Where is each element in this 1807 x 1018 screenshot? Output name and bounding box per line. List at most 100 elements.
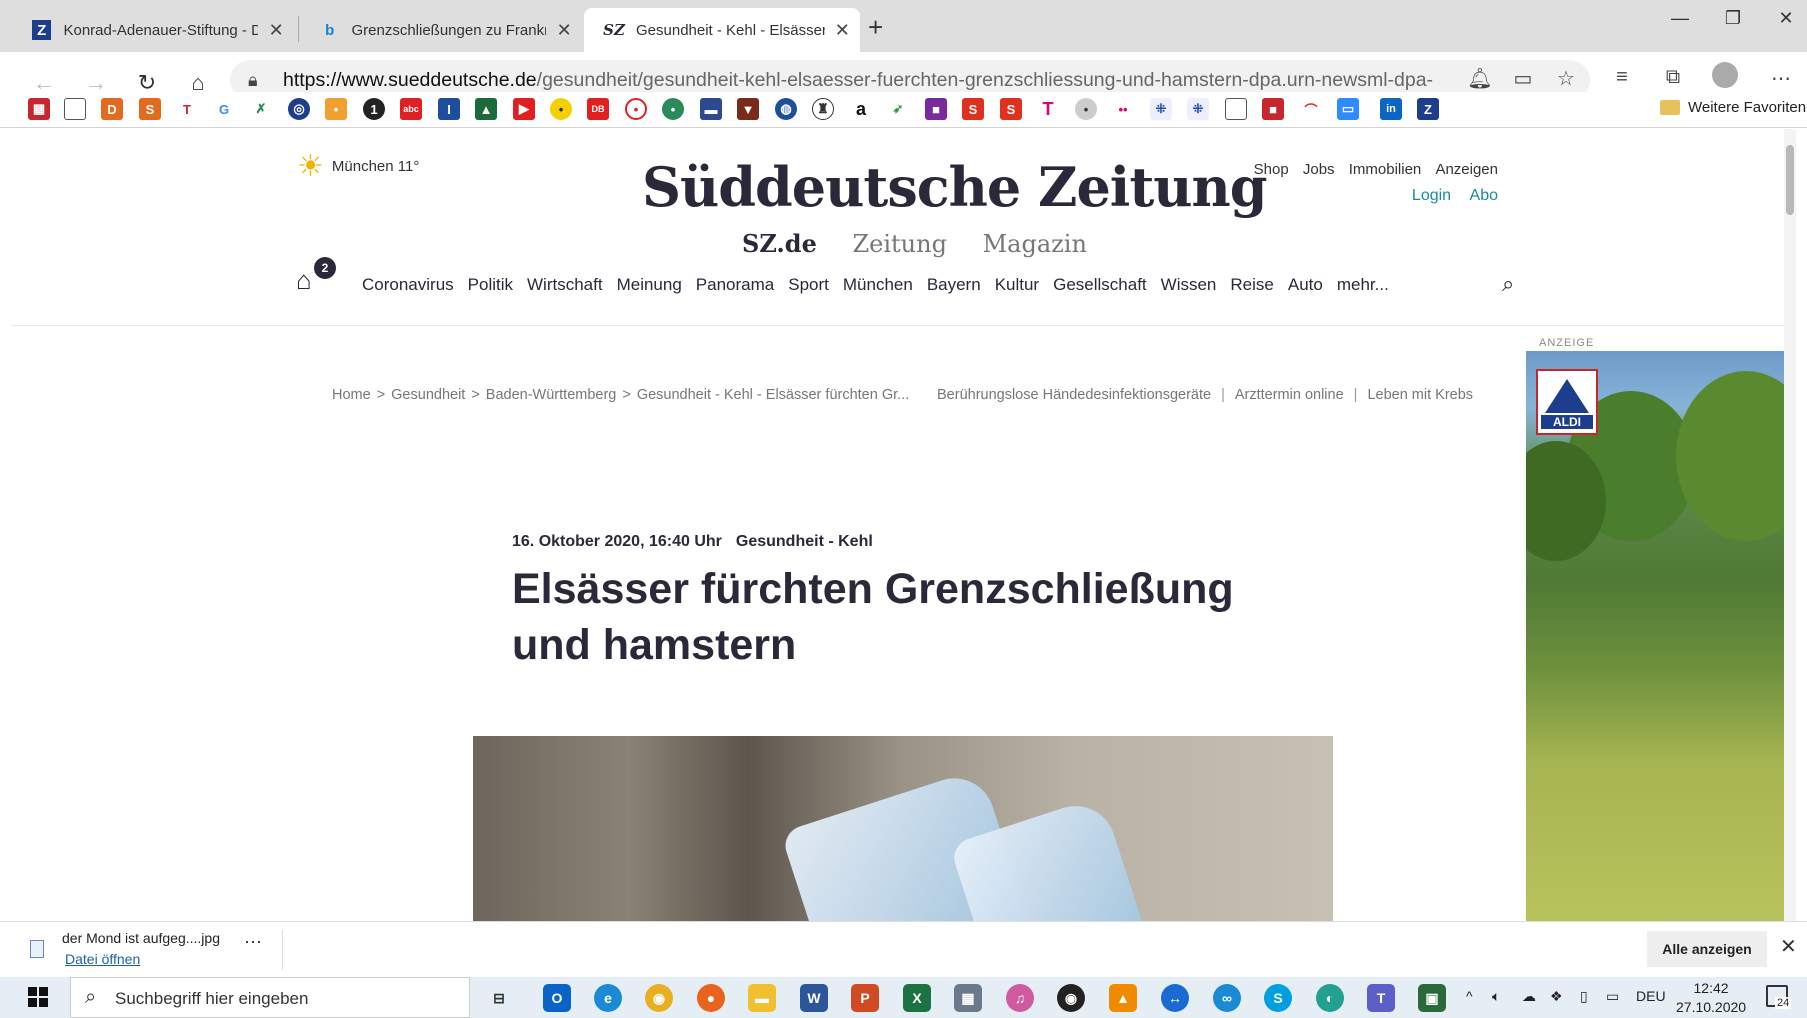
link-haendedesinfektion[interactable]: Berührungslose Händedesinfektionsgeräte: [937, 387, 1211, 403]
sz-logo[interactable]: Süddeutsche Zeitung: [642, 155, 1268, 219]
youtube-icon[interactable]: ▶: [513, 98, 535, 120]
nav-wirtschaft[interactable]: Wirtschaft: [527, 275, 603, 295]
google-icon[interactable]: G: [213, 98, 235, 120]
taskbar-search[interactable]: ⌕ Suchbegriff hier eingeben: [70, 977, 470, 1018]
xing-icon[interactable]: ✗: [250, 98, 272, 120]
minimize-icon[interactable]: —: [1660, 8, 1700, 29]
powerpoint-icon[interactable]: P: [851, 984, 879, 1012]
fav-icon-s[interactable]: S: [139, 98, 161, 120]
zoom-icon[interactable]: ▭: [1337, 98, 1359, 120]
fav-icon-red-square[interactable]: ■: [1262, 98, 1284, 120]
apps-icon[interactable]: ▦: [28, 98, 50, 120]
nav-auto[interactable]: Auto: [1288, 275, 1323, 295]
url-text[interactable]: https://www.sueddeutsche.de/gesundheit/g…: [283, 69, 1433, 92]
nav-reise[interactable]: Reise: [1230, 275, 1273, 295]
breadcrumb-bw[interactable]: Baden-Württemberg: [486, 387, 617, 403]
more-menu-icon[interactable]: ⋯: [1766, 66, 1796, 91]
weather-widget[interactable]: ☀ München 11°: [297, 149, 419, 184]
chrome-icon[interactable]: ◉: [645, 984, 673, 1012]
fav-icon-grid[interactable]: ⁜: [1187, 98, 1209, 120]
dropbox-icon[interactable]: ❖: [1550, 988, 1563, 1005]
notification-bell-icon[interactable]: 🔔︎: [1465, 66, 1495, 91]
nav-coronavirus[interactable]: Coronavirus: [362, 275, 454, 295]
amazon-icon[interactable]: a: [850, 98, 872, 120]
kas-icon[interactable]: Z: [1417, 98, 1439, 120]
tab-konrad-adenauer[interactable]: Z Konrad-Adenauer-Stiftung - Digi ✕: [12, 8, 294, 52]
show-all-downloads-button[interactable]: Alle anzeigen: [1647, 931, 1767, 967]
link-jobs[interactable]: Jobs: [1303, 161, 1335, 178]
abo-link[interactable]: Abo: [1470, 187, 1498, 204]
sparkasse-icon[interactable]: S: [962, 98, 984, 120]
nav-politik[interactable]: Politik: [468, 275, 513, 295]
favorites-list-icon[interactable]: ≡: [1607, 66, 1637, 89]
page-icon[interactable]: [1225, 98, 1247, 120]
page-scrollbar[interactable]: [1784, 129, 1796, 921]
abc-icon[interactable]: abc: [400, 98, 422, 120]
db-icon[interactable]: DB: [587, 98, 609, 120]
ad-banner[interactable]: ALDI: [1526, 351, 1796, 921]
telekom-icon[interactable]: T: [1037, 98, 1059, 120]
linkedin-icon[interactable]: in: [1380, 98, 1402, 120]
fav-icon-grid[interactable]: ⁜: [1150, 98, 1172, 120]
network-icon[interactable]: ▭: [1606, 988, 1619, 1005]
breadcrumb-gesundheit[interactable]: Gesundheit: [391, 387, 465, 403]
volume-icon[interactable]: 🔈︎: [1492, 988, 1500, 1005]
new-tab-button[interactable]: +: [868, 12, 883, 43]
excel-icon[interactable]: X: [903, 984, 931, 1012]
windows-start-icon[interactable]: [28, 987, 48, 1007]
ard-icon[interactable]: 1: [363, 98, 385, 120]
fav-icon-purple[interactable]: ■: [925, 98, 947, 120]
fav-icon-green[interactable]: ▲: [475, 98, 497, 120]
link-immobilien[interactable]: Immobilien: [1349, 161, 1422, 178]
fav-icon-circle[interactable]: ◎: [288, 98, 310, 120]
nav-panorama[interactable]: Panorama: [696, 275, 774, 295]
link-leben-mit-krebs[interactable]: Leben mit Krebs: [1367, 387, 1473, 403]
app-icon-teal[interactable]: ◐: [1316, 984, 1344, 1012]
login-link[interactable]: Login: [1412, 187, 1451, 204]
skype-icon[interactable]: S: [1264, 984, 1292, 1012]
teams-icon[interactable]: T: [1367, 984, 1395, 1012]
nav-wissen[interactable]: Wissen: [1161, 275, 1217, 295]
restore-icon[interactable]: ❐: [1713, 8, 1753, 29]
word-icon[interactable]: W: [800, 984, 828, 1012]
open-file-link[interactable]: Datei öffnen: [65, 951, 140, 967]
reader-view-icon[interactable]: ▭: [1508, 66, 1538, 91]
flickr-icon[interactable]: ••: [1112, 98, 1134, 120]
media-player-icon[interactable]: ◉: [1057, 984, 1085, 1012]
fav-icon-red-arc[interactable]: ⌒: [1300, 98, 1322, 120]
fav-icon-yellow[interactable]: •: [550, 98, 572, 120]
download-filename[interactable]: der Mond ist aufgeg....jpg: [62, 930, 220, 946]
close-tab-icon[interactable]: ✕: [835, 20, 850, 41]
teamviewer-icon[interactable]: ↔: [1161, 984, 1189, 1012]
home-nav-icon[interactable]: ⌂: [296, 265, 312, 296]
page-icon[interactable]: [64, 98, 86, 120]
article-image[interactable]: [473, 736, 1333, 921]
fav-icon-shield[interactable]: ▼: [737, 98, 759, 120]
cloud-icon[interactable]: ☁: [1522, 988, 1536, 1005]
fav-icon-grey-circle[interactable]: •: [1075, 98, 1097, 120]
edge-icon[interactable]: e: [594, 984, 622, 1012]
task-view-icon[interactable]: ⊟: [485, 984, 513, 1012]
calculator-icon[interactable]: ▦: [954, 984, 982, 1012]
scroll-thumb[interactable]: [1786, 145, 1794, 215]
fav-icon-key[interactable]: •: [325, 98, 347, 120]
nav-kultur[interactable]: Kultur: [995, 275, 1039, 295]
clock[interactable]: 12:42 27.10.2020: [1676, 979, 1746, 1017]
file-explorer-icon[interactable]: ▬: [748, 984, 776, 1012]
itunes-icon[interactable]: ♫: [1006, 984, 1034, 1012]
fav-icon-green-circle[interactable]: •: [662, 98, 684, 120]
close-window-icon[interactable]: ✕: [1766, 8, 1806, 29]
tray-chevron-icon[interactable]: ^: [1466, 988, 1473, 1004]
nav-meinung[interactable]: Meinung: [617, 275, 682, 295]
tab-sz-active[interactable]: SZ Gesundheit - Kehl - Elsässer fürch ✕: [584, 8, 860, 52]
link-shop[interactable]: Shop: [1254, 161, 1289, 178]
nav-mehr[interactable]: mehr...: [1337, 275, 1389, 295]
app-icon-green[interactable]: ▣: [1418, 984, 1446, 1012]
close-download-bar-icon[interactable]: ✕: [1780, 934, 1797, 959]
fav-icon-emblem[interactable]: ♜: [812, 98, 834, 120]
breadcrumb-home[interactable]: Home: [332, 387, 371, 403]
nav-muenchen[interactable]: München: [843, 275, 913, 295]
link-anzeigen[interactable]: Anzeigen: [1435, 161, 1498, 178]
search-icon[interactable]: ⌕: [1502, 271, 1514, 297]
fav-icon-t[interactable]: T: [176, 98, 198, 120]
